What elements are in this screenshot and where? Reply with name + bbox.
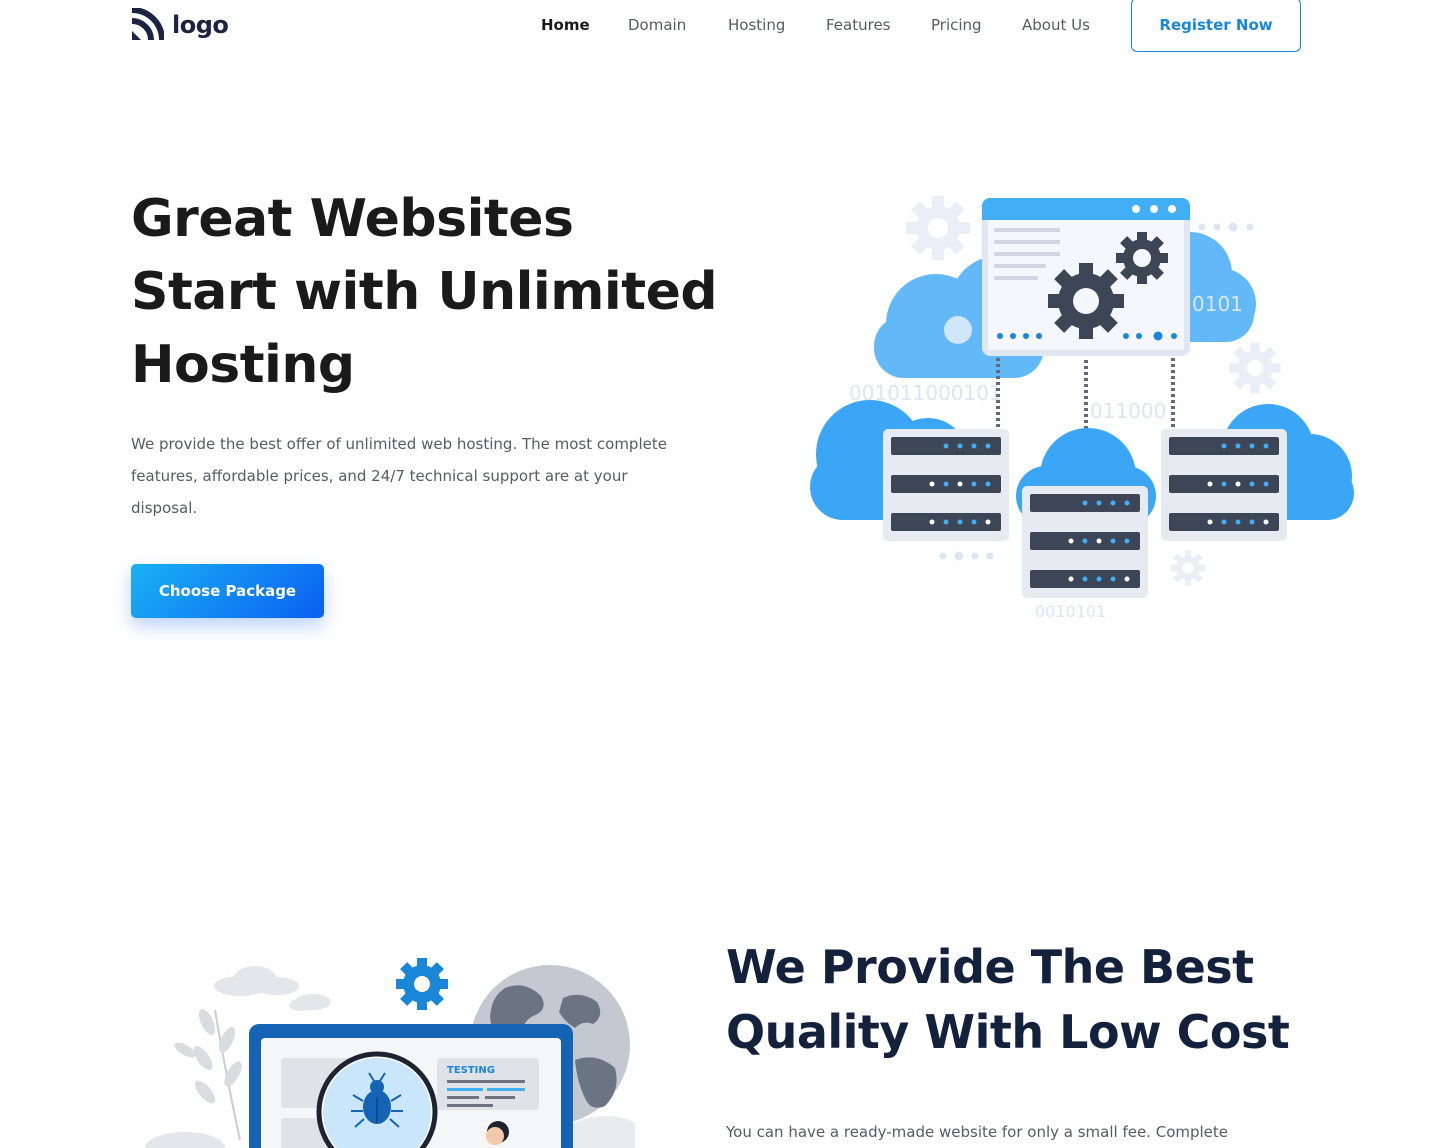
section-title: We Provide The Best Quality With Low Cos… (726, 940, 1290, 1059)
server-icon (1161, 429, 1287, 541)
nav-item-about-us[interactable]: About Us (1022, 14, 1090, 36)
cloud-icon (289, 994, 331, 1011)
gear-icon (396, 958, 448, 1010)
binary-text: 0010101 (1035, 602, 1106, 621)
cloud-icon (214, 966, 299, 996)
hero-description: We provide the best offer of unlimited w… (131, 435, 667, 517)
nav-item-domain[interactable]: Domain (628, 14, 686, 36)
nav-item-pricing[interactable]: Pricing (931, 14, 982, 36)
choose-package-button[interactable]: Choose Package (131, 564, 324, 618)
gear-icon (906, 196, 970, 260)
server-icon (883, 429, 1009, 541)
nav-item-home[interactable]: Home (541, 14, 590, 36)
binary-text: 011000 (1090, 399, 1166, 423)
nav-item-hosting[interactable]: Hosting (728, 14, 785, 36)
server-icon (1022, 486, 1148, 598)
logo-mark-icon (131, 8, 164, 41)
nav-item-features[interactable]: Features (826, 14, 891, 36)
hosting-illustration: 0101 001011000101 011000 0010101 (810, 196, 1354, 621)
gear-icon (1170, 550, 1206, 586)
browser-window-icon (982, 198, 1190, 356)
top-navigation: logo Home Domain Hosting Features Pricin… (0, 0, 1435, 60)
testing-illustration: TESTING (145, 958, 635, 1148)
gear-icon (1229, 342, 1281, 394)
logo-text: logo (172, 11, 229, 39)
register-now-button[interactable]: Register Now (1131, 0, 1301, 52)
logo[interactable]: logo (130, 8, 229, 42)
testing-label: TESTING (447, 1065, 495, 1076)
binary-text: 0101 (1192, 292, 1243, 316)
section-description: You can have a ready-made website for on… (726, 1123, 1229, 1141)
hero-title: Great Websites Start with Unlimited Host… (131, 189, 718, 395)
